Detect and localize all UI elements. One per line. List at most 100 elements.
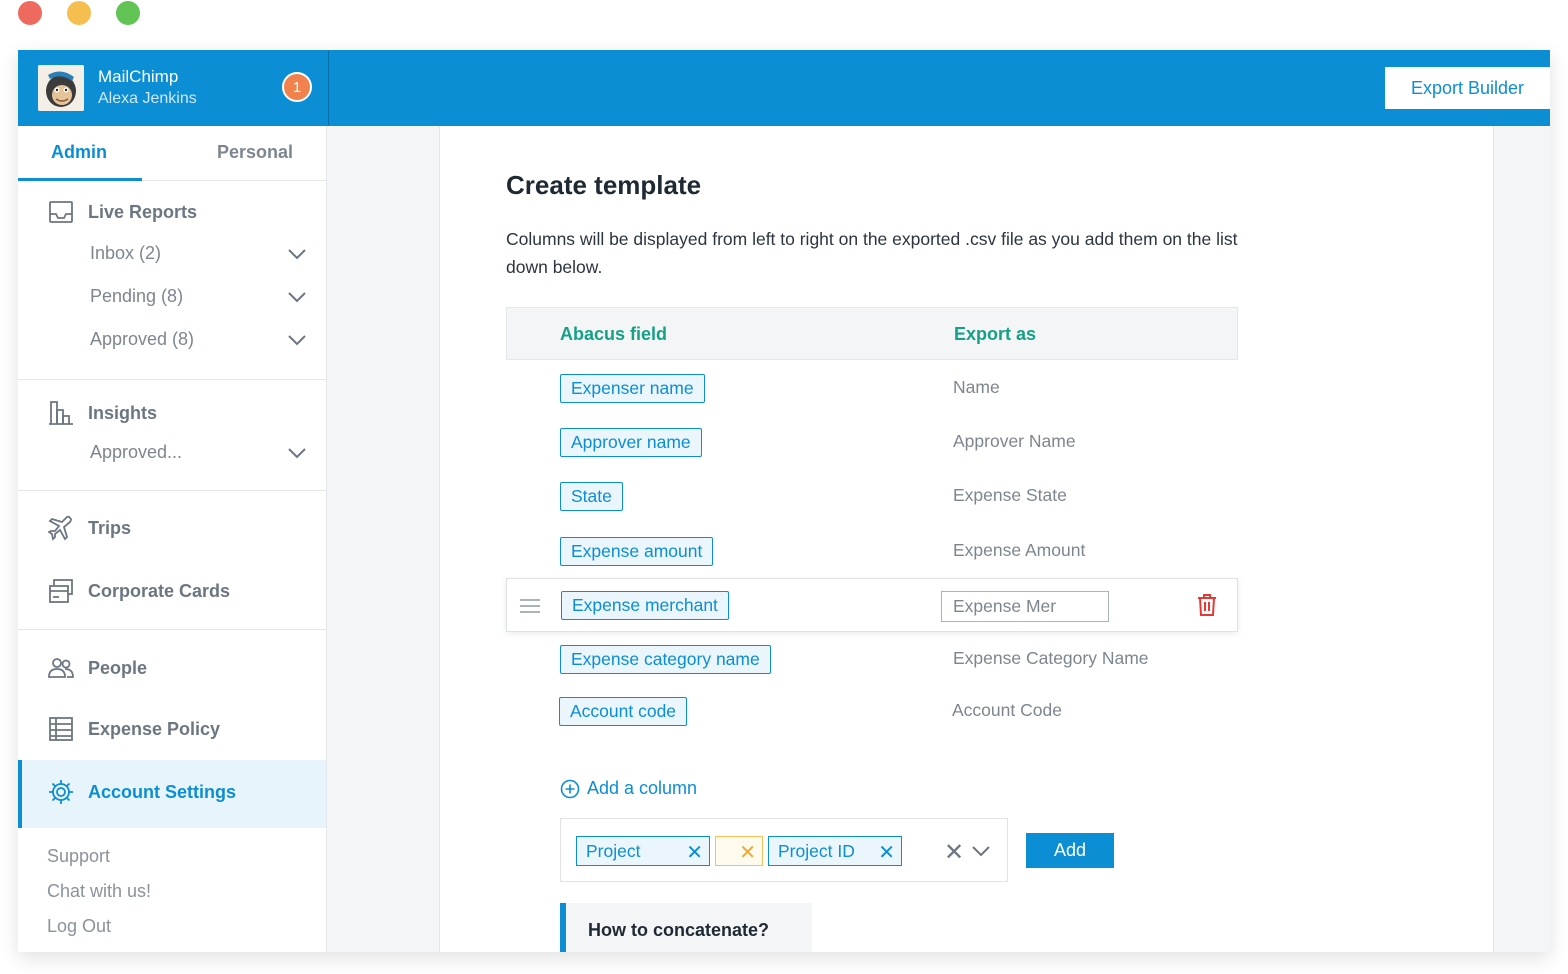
sidebar-subitem-label: Approved... <box>90 442 183 462</box>
field-chip[interactable]: Expense amount <box>560 537 714 566</box>
app-window: MailChimp Alexa Jenkins 1 Export Builder… <box>18 50 1550 952</box>
template-card: Create template Columns will be displaye… <box>439 126 1494 952</box>
sidebar-item-pending[interactable]: Pending (8) <box>90 286 306 307</box>
sidebar-subitem-label: Pending (8) <box>90 286 184 306</box>
export-value[interactable]: Approver Name <box>953 431 1076 452</box>
remove-tag-icon[interactable]: ✕ <box>878 840 895 865</box>
sidebar-item-live-reports[interactable]: Live Reports <box>48 199 197 225</box>
policy-list-icon <box>49 717 73 741</box>
chevron-down-icon[interactable] <box>288 291 306 303</box>
chevron-down-icon[interactable] <box>288 248 306 260</box>
tag-project[interactable]: Project ✕ <box>576 836 710 866</box>
airplane-icon <box>48 515 72 541</box>
org-avatar <box>38 65 84 111</box>
sidebar-item-account-settings[interactable]: Account Settings <box>18 760 326 828</box>
people-icon <box>48 658 74 678</box>
sidebar-item-approved[interactable]: Approved (8) <box>90 329 306 350</box>
sidebar-item-insights-approved[interactable]: Approved... <box>90 442 306 463</box>
gear-icon <box>49 780 73 804</box>
sidebar-subitem-label: Inbox (2) <box>90 243 162 263</box>
minimize-window-button[interactable] <box>67 1 91 25</box>
insights-section: Insights Approved... <box>18 380 326 491</box>
people-section: People Expense Policy <box>18 630 326 765</box>
chat-link[interactable]: Chat with us! <box>47 881 151 902</box>
table-row[interactable]: Expenser name Name <box>506 362 1238 416</box>
window-controls <box>18 1 140 25</box>
page-description: Columns will be displayed from left to r… <box>506 229 1238 277</box>
export-name-input[interactable] <box>941 591 1109 622</box>
table-row[interactable]: Approver name Approver Name <box>506 416 1238 470</box>
support-link[interactable]: Support <box>47 846 110 867</box>
table-row[interactable]: Expense amount Expense Amount <box>506 525 1238 579</box>
inbox-icon <box>49 201 73 223</box>
field-chip[interactable]: Approver name <box>560 428 702 457</box>
tag-label: Project <box>586 840 641 861</box>
sidebar-item-insights[interactable]: Insights <box>48 400 157 426</box>
sidebar-item-label: Expense Policy <box>88 718 221 739</box>
remove-tag-icon[interactable]: ✕ <box>686 840 703 865</box>
sidebar-item-trips[interactable]: Trips <box>48 515 131 541</box>
sidebar-item-people[interactable]: People <box>48 655 147 681</box>
concat-field-select[interactable]: Project ✕ ✕ Project ID ✕ ✕ <box>560 818 1008 882</box>
table-row[interactable]: Account code Account Code <box>506 685 1238 739</box>
live-reports-section: Live Reports Inbox (2) Pending (8) Appro… <box>18 181 326 380</box>
user-name: Alexa Jenkins <box>98 90 197 107</box>
field-chip[interactable]: State <box>560 482 623 511</box>
sidebar: Admin Personal Live Reports Inbox (2) Pe… <box>18 126 327 952</box>
field-chip[interactable]: Expenser name <box>560 374 705 403</box>
sidebar-item-expense-policy[interactable]: Expense Policy <box>48 716 220 742</box>
table-row[interactable]: State Expense State <box>506 470 1238 524</box>
logout-link[interactable]: Log Out <box>47 916 111 937</box>
sidebar-item-label: Account Settings <box>88 781 237 802</box>
chevron-down-icon[interactable] <box>288 334 306 346</box>
drag-handle-icon[interactable] <box>519 597 541 615</box>
tag-label: Project ID <box>778 840 855 861</box>
export-value[interactable]: Account Code <box>952 700 1062 721</box>
add-column-button[interactable]: Add a column <box>560 778 697 799</box>
tab-admin[interactable]: Admin <box>51 142 107 163</box>
add-column-label: Add a column <box>587 778 698 798</box>
help-title: How to concatenate? <box>588 920 770 940</box>
tag-project-id[interactable]: Project ID ✕ <box>768 836 902 866</box>
bar-chart-icon <box>49 401 73 425</box>
close-window-button[interactable] <box>18 1 42 25</box>
export-value[interactable]: Name <box>953 377 1000 398</box>
org-name: MailChimp <box>98 67 179 86</box>
table-row-editing[interactable]: Expense merchant <box>506 578 1238 632</box>
add-concat-button[interactable]: Add <box>1026 833 1114 868</box>
clear-selection-icon[interactable]: ✕ <box>944 838 964 867</box>
top-bar: Export Builder <box>329 50 1550 126</box>
concatenate-help[interactable]: How to concatenate? <box>560 903 812 952</box>
export-builder-button[interactable]: Export Builder <box>1385 67 1550 109</box>
sidebar-item-label: Live Reports <box>88 201 198 222</box>
sidebar-tabs: Admin Personal <box>18 126 326 181</box>
tag-separator[interactable]: ✕ <box>715 836 763 866</box>
table-row[interactable]: Expense category name Expense Category N… <box>506 633 1238 687</box>
field-chip[interactable]: Expense merchant <box>561 591 729 620</box>
maximize-window-button[interactable] <box>116 1 140 25</box>
export-value[interactable]: Expense Amount <box>953 540 1085 561</box>
cards-icon <box>49 579 73 603</box>
export-value[interactable]: Expense State <box>953 485 1067 506</box>
tab-personal[interactable]: Personal <box>217 142 293 163</box>
sidebar-item-label: Insights <box>88 402 158 423</box>
table-header: Abacus field Export as <box>506 307 1238 360</box>
page-title: Create template <box>506 170 702 200</box>
plus-circle-icon <box>560 779 580 798</box>
column-header-export: Export as <box>954 324 1037 344</box>
account-settings-link[interactable]: Account Settings <box>48 779 236 805</box>
export-value[interactable]: Expense Category Name <box>953 648 1149 669</box>
notification-badge[interactable]: 1 <box>282 72 312 102</box>
sidebar-item-corporate-cards[interactable]: Corporate Cards <box>48 578 230 604</box>
sidebar-item-inbox[interactable]: Inbox (2) <box>90 243 306 264</box>
sidebar-subitem-label: Approved (8) <box>90 329 195 349</box>
field-chip[interactable]: Account code <box>559 697 688 726</box>
sidebar-item-label: Trips <box>88 517 132 538</box>
field-chip[interactable]: Expense category name <box>560 645 771 674</box>
chevron-down-icon[interactable] <box>971 845 991 858</box>
remove-tag-icon[interactable]: ✕ <box>739 840 756 865</box>
account-header[interactable]: MailChimp Alexa Jenkins 1 <box>18 50 329 126</box>
sidebar-item-label: People <box>88 657 148 678</box>
chevron-down-icon[interactable] <box>288 447 306 459</box>
trash-icon[interactable] <box>1197 594 1217 616</box>
